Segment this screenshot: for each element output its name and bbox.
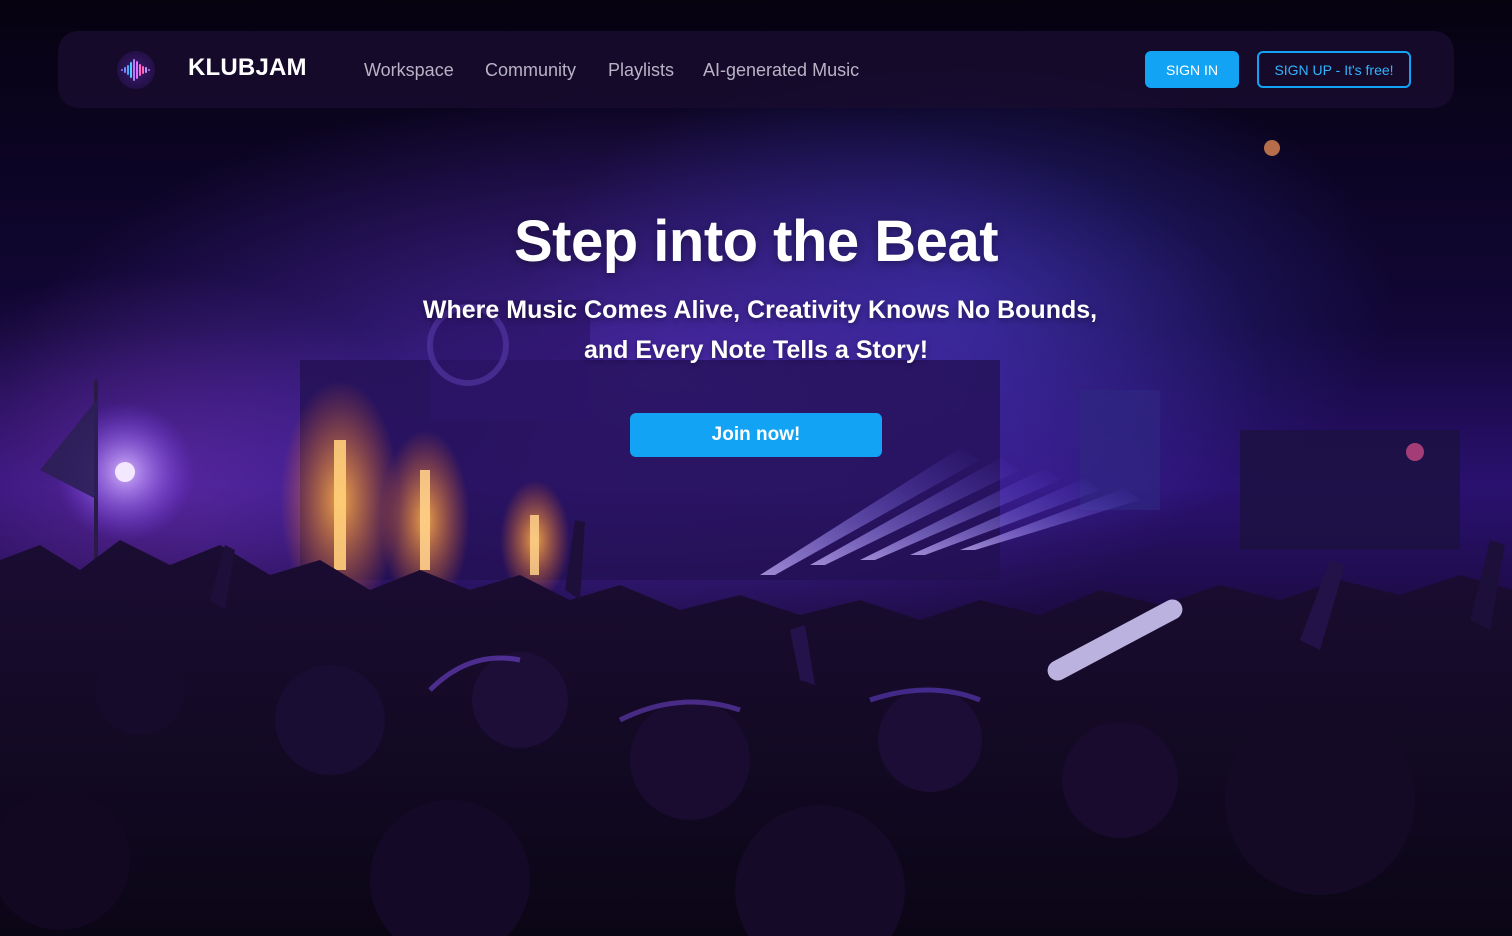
nav-link-workspace[interactable]: Workspace: [364, 60, 454, 81]
nav-link-playlists[interactable]: Playlists: [608, 60, 674, 81]
nav-link-community[interactable]: Community: [485, 60, 576, 81]
sign-in-button[interactable]: SIGN IN: [1145, 51, 1239, 88]
top-navbar: KLUBJAM Workspace Community Playlists AI…: [58, 31, 1454, 108]
hero-background-image: [0, 0, 1512, 936]
hero-subtitle-line-2: and Every Note Tells a Story!: [583, 336, 929, 364]
join-now-button[interactable]: Join now!: [630, 413, 882, 457]
soundwave-logo-icon[interactable]: [117, 51, 155, 89]
hero-subtitle-line-1: Where Music Comes Alive, Creativity Know…: [422, 296, 1098, 324]
nav-link-ai-generated-music[interactable]: AI-generated Music: [703, 60, 859, 81]
brand-name[interactable]: KLUBJAM: [188, 54, 307, 82]
concert-scene: [0, 140, 1512, 936]
hero-title: Step into the Beat: [513, 209, 999, 274]
sign-up-button[interactable]: SIGN UP - It's free!: [1257, 51, 1411, 88]
